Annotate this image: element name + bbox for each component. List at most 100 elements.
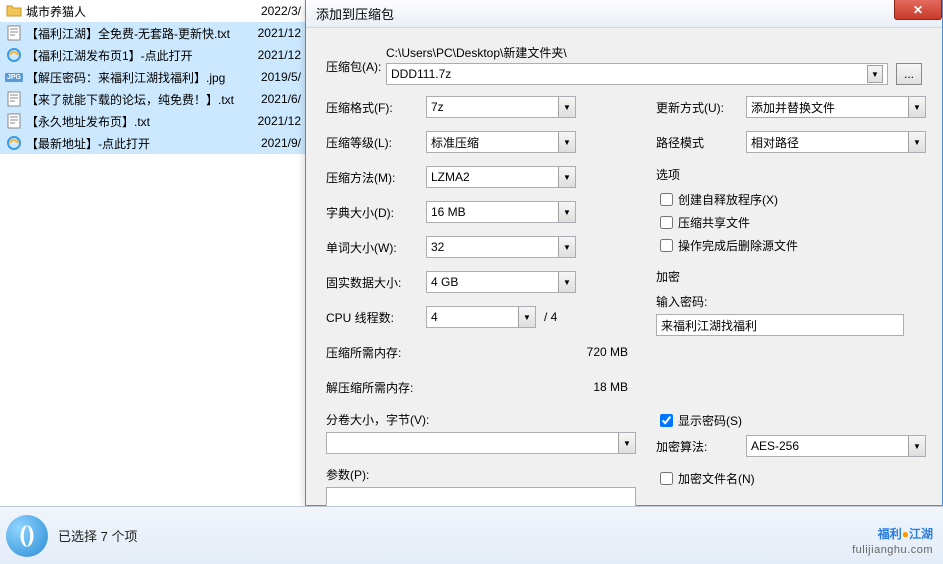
chevron-down-icon: ▼ [908, 97, 925, 117]
format-combo[interactable]: 7z▼ [426, 96, 576, 118]
show-password-label: 显示密码(S) [678, 412, 742, 429]
file-date: 2021/12 [249, 26, 305, 40]
txt-icon [6, 113, 22, 129]
delete-checkbox[interactable] [660, 239, 673, 252]
file-name: 【福利江湖发布页1】-点此打开 [26, 47, 249, 64]
txt-icon [6, 25, 22, 41]
solid-combo[interactable]: 4 GB▼ [426, 271, 576, 293]
chevron-down-icon: ▼ [558, 97, 575, 117]
status-text: 已选择 7 个项 [58, 526, 137, 545]
file-name: 【来了就能下载的论坛，纯免费！】.txt [26, 91, 249, 108]
close-icon: ✕ [913, 3, 923, 17]
dict-combo[interactable]: 16 MB▼ [426, 201, 576, 223]
threads-total: / 4 [544, 310, 557, 324]
file-date: 2021/9/ [249, 136, 305, 150]
close-button[interactable]: ✕ [894, 0, 942, 20]
mem-comp-label: 压缩所需内存: [326, 344, 476, 361]
right-column: 更新方式(U): 添加并替换文件▼ 路径模式 相对路径▼ 选项 创建自释放程序(… [656, 96, 926, 493]
mem-comp-value: 720 MB [476, 345, 636, 359]
browse-button[interactable]: ... [896, 63, 922, 85]
word-label: 单词大小(W): [326, 239, 426, 256]
file-row[interactable]: 【最新地址】-点此打开2021/9/ [0, 132, 305, 154]
archive-dialog: 添加到压缩包 ✕ 压缩包(A): C:\Users\PC\Desktop\新建文… [305, 0, 943, 506]
file-name: 【最新地址】-点此打开 [26, 135, 249, 152]
archive-name-combo[interactable]: ▼ [386, 63, 888, 85]
file-row[interactable]: 城市养猫人2022/3/ [0, 0, 305, 22]
file-date: 2021/12 [249, 114, 305, 128]
options-title: 选项 [656, 166, 926, 183]
file-name: 城市养猫人 [26, 3, 249, 20]
encrypt-title: 加密 [656, 268, 926, 285]
logo-text: 福利●江湖 [852, 521, 933, 544]
dialog-titlebar: 添加到压缩包 ✕ [306, 0, 942, 28]
mem-decomp-value: 18 MB [476, 380, 636, 394]
txt-icon [6, 91, 22, 107]
threads-combo[interactable]: 4▼ [426, 306, 536, 328]
chevron-down-icon: ▼ [908, 132, 925, 152]
level-label: 压缩等级(L): [326, 134, 426, 151]
logo-icon: ● [902, 527, 909, 541]
archive-name-input[interactable] [391, 67, 867, 81]
share-label: 压缩共享文件 [678, 214, 750, 231]
file-row[interactable]: 【福利江湖发布页1】-点此打开2021/12 [0, 44, 305, 66]
folder-icon [6, 3, 22, 19]
encrypt-names-label: 加密文件名(N) [678, 470, 755, 487]
file-date: 2021/12 [249, 48, 305, 62]
archive-path: C:\Users\PC\Desktop\新建文件夹\ [386, 44, 922, 61]
file-name: 【福利江湖】全免费-无套路-更新快.txt [26, 25, 249, 42]
file-row[interactable]: 【永久地址发布页】.txt2021/12 [0, 110, 305, 132]
update-combo[interactable]: 添加并替换文件▼ [746, 96, 926, 118]
mem-decomp-label: 解压缩所需内存: [326, 379, 476, 396]
split-label: 分卷大小，字节(V): [326, 411, 636, 428]
left-column: 压缩格式(F): 7z▼ 压缩等级(L): 标准压缩▼ 压缩方法(M): LZM… [326, 96, 636, 509]
enc-method-label: 加密算法: [656, 438, 746, 455]
show-password-checkbox[interactable] [660, 414, 673, 427]
update-label: 更新方式(U): [656, 99, 746, 116]
sfx-checkbox[interactable] [660, 193, 673, 206]
delete-label: 操作完成后删除源文件 [678, 237, 798, 254]
site-logo: 福利●江湖 fulijianghu.com [852, 521, 933, 556]
archive-dropdown-arrow[interactable]: ▼ [867, 65, 883, 83]
file-rows-container: 城市养猫人2022/3/【福利江湖】全免费-无套路-更新快.txt2021/12… [0, 0, 305, 154]
params-label: 参数(P): [326, 466, 636, 483]
dialog-title: 添加到压缩包 [316, 4, 394, 23]
chevron-down-icon: ▼ [618, 433, 635, 453]
sfx-label: 创建自释放程序(X) [678, 191, 778, 208]
ie-icon [6, 47, 22, 63]
chevron-down-icon: ▼ [908, 436, 925, 456]
file-row[interactable]: 【福利江湖】全免费-无套路-更新快.txt2021/12 [0, 22, 305, 44]
dict-label: 字典大小(D): [326, 204, 426, 221]
chevron-down-icon: ▼ [558, 272, 575, 292]
file-name: 【解压密码：来福利江湖找福利】.jpg [26, 69, 249, 86]
browser-icon [6, 515, 48, 557]
encrypt-names-checkbox[interactable] [660, 472, 673, 485]
password-input[interactable] [656, 314, 904, 336]
ie-icon [6, 135, 22, 151]
file-name: 【永久地址发布页】.txt [26, 113, 249, 130]
threads-label: CPU 线程数: [326, 309, 426, 326]
chevron-down-icon: ▼ [558, 167, 575, 187]
chevron-down-icon: ▼ [558, 237, 575, 257]
split-combo[interactable]: ▼ [326, 432, 636, 454]
logo-subtitle: fulijianghu.com [852, 544, 933, 556]
solid-label: 固实数据大小: [326, 274, 426, 291]
file-date: 2022/3/ [249, 4, 305, 18]
pathmode-label: 路径模式 [656, 134, 746, 151]
status-bar: 已选择 7 个项 [0, 506, 943, 564]
word-combo[interactable]: 32▼ [426, 236, 576, 258]
jpg-icon: JPG [6, 69, 22, 85]
pathmode-combo[interactable]: 相对路径▼ [746, 131, 926, 153]
archive-section: 压缩包(A): C:\Users\PC\Desktop\新建文件夹\ ▼ ... [326, 44, 922, 103]
method-combo[interactable]: LZMA2▼ [426, 166, 576, 188]
file-list: 城市养猫人2022/3/【福利江湖】全免费-无套路-更新快.txt2021/12… [0, 0, 305, 506]
archive-label: 压缩包(A): [326, 44, 386, 75]
method-label: 压缩方法(M): [326, 169, 426, 186]
enc-method-combo[interactable]: AES-256▼ [746, 435, 926, 457]
chevron-down-icon: ▼ [558, 132, 575, 152]
share-checkbox[interactable] [660, 216, 673, 229]
level-combo[interactable]: 标准压缩▼ [426, 131, 576, 153]
file-row[interactable]: 【来了就能下载的论坛，纯免费！】.txt2021/6/ [0, 88, 305, 110]
chevron-down-icon: ▼ [518, 307, 535, 327]
file-date: 2019/5/ [249, 70, 305, 84]
file-row[interactable]: JPG【解压密码：来福利江湖找福利】.jpg2019/5/ [0, 66, 305, 88]
